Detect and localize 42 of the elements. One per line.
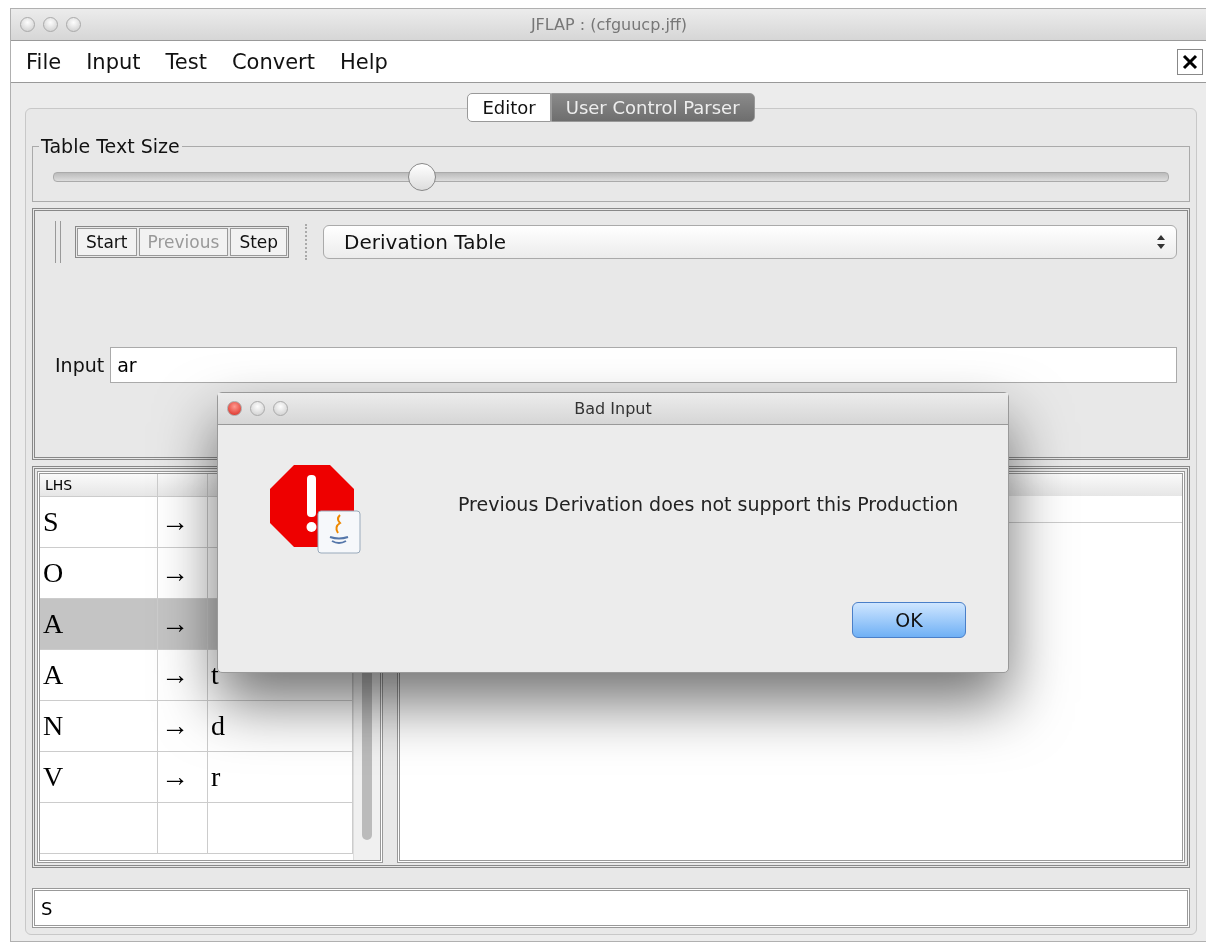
window-button-icon[interactable] [20,17,35,32]
table-cell: → [158,548,208,598]
production-row[interactable]: N → d [40,701,353,752]
production-row[interactable]: V → r [40,752,353,803]
table-cell: O [40,548,158,598]
table-cell: A [40,650,158,700]
table-cell: S [40,497,158,547]
tab[interactable]: Editor [467,93,551,122]
close-icon[interactable] [1177,48,1203,75]
menu-item[interactable]: Help [329,49,403,74]
table-cell: N [40,701,158,751]
menu-item[interactable]: Test [155,49,222,74]
group-label: Table Text Size [40,135,181,157]
table-cell: → [158,701,208,751]
window-button-icon[interactable] [250,401,265,416]
window-button-icon[interactable] [43,17,58,32]
toolbar-button[interactable]: Step [230,228,288,256]
updown-arrow-icon [1156,234,1166,250]
slider-track[interactable] [53,163,1169,191]
table-cell: V [40,752,158,802]
slider-thumb[interactable] [408,163,437,191]
menu-item[interactable]: Convert [221,49,330,74]
table-cell: → [158,650,208,700]
window-title: JFLAP : (cfguucp.jff) [530,15,688,34]
window-button-icon[interactable] [273,401,288,416]
toolbar-button[interactable]: Start [77,228,137,256]
window-button-icon[interactable] [66,17,81,32]
view-dropdown[interactable]: Derivation Table [323,225,1177,259]
dialog-title: Bad Input [574,399,652,418]
ok-button[interactable]: OK [852,602,966,638]
table-cell: A [40,599,158,649]
derivation-field[interactable]: S [32,888,1190,928]
input-field[interactable]: ar [110,347,1177,383]
table-cell: → [158,497,208,547]
tab[interactable]: User Control Parser [550,93,755,122]
table-cell: → [158,599,208,649]
input-label: Input [55,354,105,376]
dialog-message: Previous Derivation does not support this Production [458,493,959,515]
column-header: LHS [40,474,158,496]
menu-item[interactable]: File [16,49,77,74]
table-cell: → [158,752,208,802]
menu-item[interactable]: Input [76,49,156,74]
